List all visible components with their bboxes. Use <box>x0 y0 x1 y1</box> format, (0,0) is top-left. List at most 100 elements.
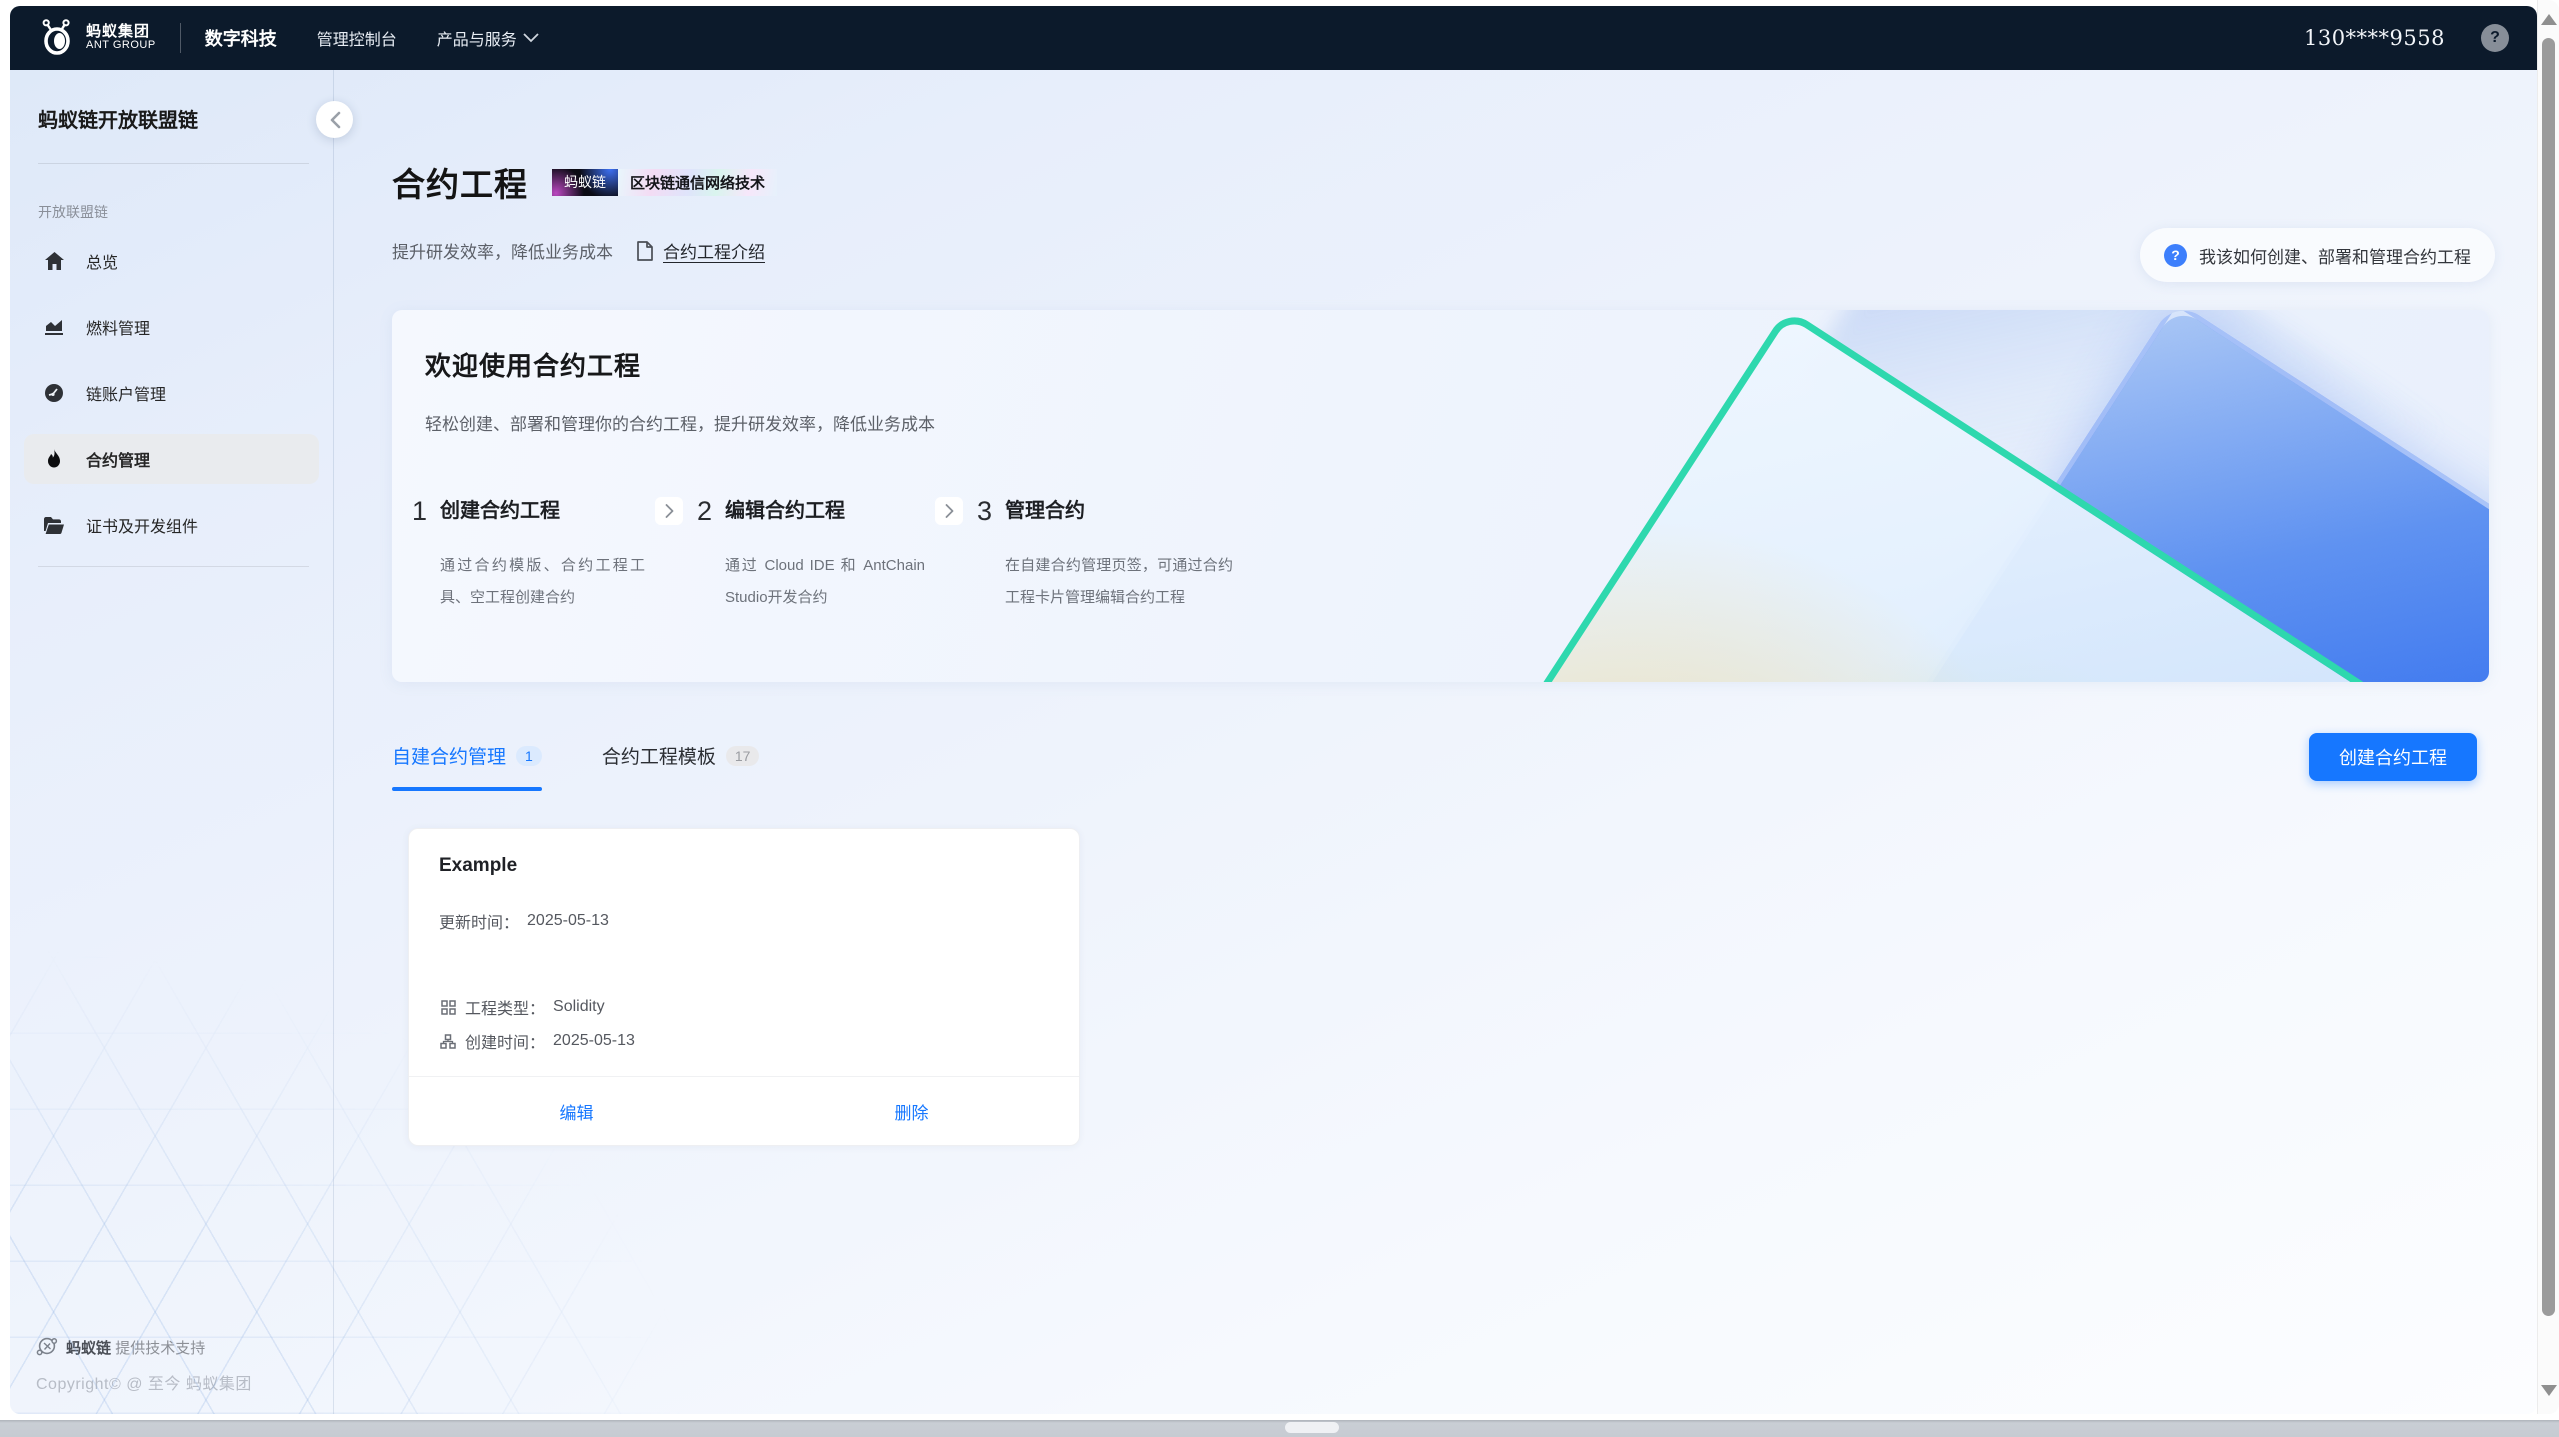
project-updated-row: 更新时间： 2025-05-13 <box>439 909 609 933</box>
help-icon[interactable]: ? <box>2481 24 2509 52</box>
welcome-subtitle: 轻松创建、部署和管理你的合约工程，提升研发效率，降低业务成本 <box>425 410 935 435</box>
help-guide-label: 我该如何创建、部署和管理合约工程 <box>2199 243 2471 268</box>
nav-item-console[interactable]: 管理控制台 <box>317 26 397 50</box>
sidebar-item-contract-management[interactable]: 合约管理 <box>24 434 319 484</box>
scrollbar-thumb[interactable] <box>2542 38 2555 1316</box>
tab-contract-templates[interactable]: 合约工程模板 17 <box>602 742 760 791</box>
antchain-network-icon <box>36 1336 58 1358</box>
nav-item-products-label: 产品与服务 <box>437 26 517 50</box>
document-icon <box>637 241 653 261</box>
step-create: 1 创建合约工程 通过合约模版、合约工程工具、空工程创建合约 <box>412 496 645 615</box>
type-value: Solidity <box>553 998 605 1016</box>
step-description: 在自建合约管理页签，可通过合约工程卡片管理编辑合约工程 <box>1005 550 1233 615</box>
copyright-text: Copyright© @ 至今 蚂蚁集团 <box>36 1370 252 1394</box>
page-title: 合约工程 <box>392 158 528 206</box>
console-window: 蚂蚁集团 ANT GROUP 数字科技 管理控制台 产品与服务 130*** <box>10 6 2537 1414</box>
provider-text: 提供技术支持 <box>115 1340 205 1357</box>
step-number: 3 <box>977 496 1003 526</box>
sidebar-item-label: 证书及开发组件 <box>86 513 198 537</box>
project-type-row: 工程类型： Solidity <box>439 995 605 1019</box>
sidebar-divider-bottom <box>38 566 309 567</box>
illustration-blue-card <box>1826 310 2489 682</box>
step-title: 编辑合约工程 <box>725 496 925 526</box>
sidebar-item-label: 合约管理 <box>86 447 150 471</box>
scroll-down-arrow[interactable] <box>2541 1385 2557 1396</box>
nav-product-name[interactable]: 数字科技 <box>205 25 277 51</box>
step-number: 1 <box>412 496 438 526</box>
step-description: 通过 Cloud IDE 和 AntChain Studio开发合约 <box>725 550 925 615</box>
edit-button[interactable]: 编辑 <box>409 1077 744 1145</box>
question-icon: ? <box>2164 244 2187 267</box>
main-content: 合约工程 蚂蚁链 区块链通信网络技术 提升研发效率，降低业务成本 合约工程 <box>334 70 2537 1414</box>
sidebar-item-label: 链账户管理 <box>86 381 166 405</box>
sidebar-item-certificates[interactable]: 证书及开发组件 <box>24 500 319 550</box>
project-created-row: 创建时间： 2025-05-13 <box>439 1029 635 1053</box>
step-title: 管理合约 <box>1005 496 1233 526</box>
step-arrow-button[interactable] <box>935 497 963 525</box>
steps-row: 1 创建合约工程 通过合约模版、合约工程工具、空工程创建合约 2 编辑合约工程 … <box>412 496 1233 615</box>
welcome-banner: 欢迎使用合约工程 轻松创建、部署和管理你的合约工程，提升研发效率，降低业务成本 … <box>392 310 2489 682</box>
sidebar-item-fuel[interactable]: 燃料管理 <box>24 302 319 352</box>
nav-item-console-label: 管理控制台 <box>317 26 397 50</box>
step-number: 2 <box>697 496 723 526</box>
chart-icon <box>44 317 64 337</box>
folder-icon <box>44 515 64 535</box>
screen: 蚂蚁集团 ANT GROUP 数字科技 管理控制台 产品与服务 130*** <box>0 0 2559 1437</box>
tab-count-badge: 17 <box>726 746 760 766</box>
top-navbar: 蚂蚁集团 ANT GROUP 数字科技 管理控制台 产品与服务 130*** <box>10 6 2537 70</box>
step-title: 创建合约工程 <box>440 496 645 526</box>
tab-label: 自建合约管理 <box>392 742 506 769</box>
sidebar-title: 蚂蚁链开放联盟链 <box>10 104 333 133</box>
vertical-scrollbar[interactable] <box>2537 0 2559 1414</box>
step-manage: 3 管理合约 在自建合约管理页签，可通过合约工程卡片管理编辑合约工程 <box>977 496 1233 615</box>
badge-antchain: 蚂蚁链 <box>552 169 618 196</box>
delete-button[interactable]: 删除 <box>744 1077 1079 1145</box>
sitemap-icon <box>439 1032 457 1050</box>
scroll-up-arrow[interactable] <box>2541 14 2557 25</box>
tab-self-built-contracts[interactable]: 自建合约管理 1 <box>392 742 542 791</box>
step-arrow-button[interactable] <box>655 497 683 525</box>
badge-blockchain-tech: 区块链通信网络技术 <box>618 169 777 196</box>
account-phone[interactable]: 130****9558 <box>2304 26 2445 50</box>
illustration-glass-card <box>1297 310 2489 682</box>
created-value: 2025-05-13 <box>553 1032 635 1050</box>
sidebar-provider: 蚂蚁链 提供技术支持 <box>36 1336 252 1358</box>
sidebar-item-label: 总览 <box>86 249 118 273</box>
provider-brand: 蚂蚁链 <box>66 1340 111 1357</box>
type-label: 工程类型： <box>465 995 545 1019</box>
sidebar-item-overview[interactable]: 总览 <box>24 236 319 286</box>
project-card[interactable]: Example 更新时间： 2025-05-13 <box>408 828 1080 1146</box>
welcome-title: 欢迎使用合约工程 <box>425 346 641 383</box>
home-icon <box>44 251 64 271</box>
step-edit: 2 编辑合约工程 通过 Cloud IDE 和 AntChain Studio开… <box>697 496 925 615</box>
nav-divider <box>180 23 181 53</box>
ant-logo-icon <box>38 19 76 57</box>
sidebar-item-label: 燃料管理 <box>86 315 150 339</box>
updated-label: 更新时间： <box>439 909 519 933</box>
sidebar-collapse-button[interactable] <box>316 101 353 138</box>
sidebar: 蚂蚁链开放联盟链 开放联盟链 总览 燃料管理 <box>10 70 334 1414</box>
nav-item-products[interactable]: 产品与服务 <box>437 26 539 50</box>
updated-value: 2025-05-13 <box>527 912 609 930</box>
dock-handle[interactable] <box>1285 1422 1339 1433</box>
help-guide-link[interactable]: ? 我该如何创建、部署和管理合约工程 <box>2140 228 2495 282</box>
intro-link[interactable]: 合约工程介绍 <box>663 238 765 263</box>
brand-en: ANT GROUP <box>86 40 156 52</box>
page-subtitle: 提升研发效率，降低业务成本 <box>392 238 613 263</box>
step-description: 通过合约模版、合约工程工具、空工程创建合约 <box>440 550 645 615</box>
bottom-taskbar-strip <box>0 1420 2559 1437</box>
project-name: Example <box>439 855 517 877</box>
tab-label: 合约工程模板 <box>602 742 716 769</box>
tab-bar: 自建合约管理 1 合约工程模板 17 <box>392 742 759 791</box>
chevron-down-icon <box>523 33 539 43</box>
sidebar-section-label: 开放联盟链 <box>10 164 333 236</box>
ant-group-logo[interactable]: 蚂蚁集团 ANT GROUP <box>38 19 156 57</box>
flame-icon <box>44 449 64 469</box>
banner-illustration <box>1389 310 2489 682</box>
tab-count-badge: 1 <box>516 746 542 766</box>
brand-cn: 蚂蚁集团 <box>86 24 156 40</box>
created-label: 创建时间： <box>465 1029 545 1053</box>
create-contract-project-button[interactable]: 创建合约工程 <box>2309 733 2477 781</box>
gauge-icon <box>44 383 64 403</box>
sidebar-item-chain-account[interactable]: 链账户管理 <box>24 368 319 418</box>
